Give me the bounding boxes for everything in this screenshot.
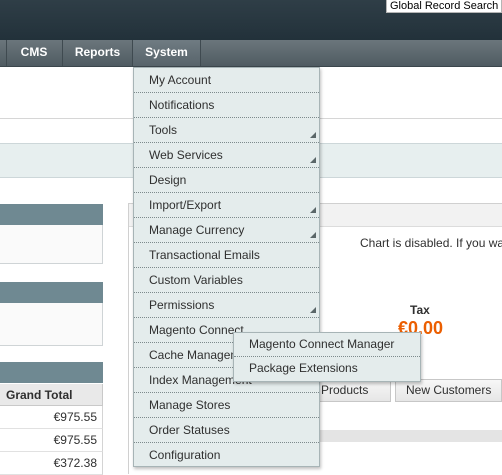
tab-content-strip — [320, 430, 502, 442]
magento-connect-submenu: Magento Connect Manager Package Extensio… — [233, 332, 421, 382]
menu-item-label: Custom Variables — [149, 273, 243, 287]
nav-item-reports[interactable]: Reports — [63, 40, 133, 66]
menu-item-label: Magento Connect — [149, 323, 244, 337]
menu-item-tools[interactable]: Tools — [134, 118, 319, 143]
nav-item-cms[interactable]: CMS — [6, 40, 63, 66]
global-search-input[interactable]: Global Record Search — [386, 0, 502, 13]
menu-item-custom-variables[interactable]: Custom Variables — [134, 268, 319, 293]
submenu-arrow-icon — [310, 207, 316, 213]
grand-total-cell: €975.55 — [0, 406, 103, 429]
menu-item-label: Configuration — [149, 448, 221, 462]
nav-item-system[interactable]: System — [133, 40, 201, 66]
submenu-item-package-extensions[interactable]: Package Extensions — [234, 357, 420, 381]
menu-item-configuration[interactable]: Configuration — [134, 443, 319, 468]
menu-item-permissions[interactable]: Permissions — [134, 293, 319, 318]
chart-disabled-message: Chart is disabled. If you wa — [360, 236, 502, 250]
menu-item-manage-currency[interactable]: Manage Currency — [134, 218, 319, 243]
box-header — [0, 204, 103, 225]
menu-item-notifications[interactable]: Notifications — [134, 93, 319, 118]
menu-item-label: Order Statuses — [149, 423, 230, 437]
menu-item-label: Notifications — [149, 98, 215, 112]
menu-item-label: Web Services — [149, 148, 223, 162]
menu-item-label: Transactional Emails — [149, 248, 260, 262]
menu-item-my-account[interactable]: My Account — [134, 68, 319, 93]
box-header — [0, 362, 103, 383]
submenu-item-connect-manager[interactable]: Magento Connect Manager — [234, 333, 420, 357]
tab-new-customers[interactable]: New Customers — [395, 379, 502, 402]
box-header — [0, 282, 103, 303]
menu-item-design[interactable]: Design — [134, 168, 319, 193]
box-content — [0, 303, 103, 346]
submenu-arrow-icon — [310, 132, 316, 138]
submenu-arrow-icon — [310, 307, 316, 313]
grand-total-header: Grand Total — [0, 384, 103, 406]
menu-item-label: Tools — [149, 123, 178, 137]
menu-item-transactional-emails[interactable]: Transactional Emails — [134, 243, 319, 268]
menu-item-web-services[interactable]: Web Services — [134, 143, 319, 168]
menu-item-label: Import/Export — [149, 198, 222, 212]
system-dropdown-menu: My Account Notifications Tools Web Servi… — [133, 67, 320, 467]
menu-item-manage-stores[interactable]: Manage Stores — [134, 393, 319, 418]
menu-item-order-statuses[interactable]: Order Statuses — [134, 418, 319, 443]
submenu-arrow-icon — [310, 157, 316, 163]
grand-total-cell: €975.55 — [0, 429, 103, 452]
menu-item-label: Manage Stores — [149, 398, 231, 412]
menu-item-label: My Account — [149, 73, 212, 87]
menu-item-label: Permissions — [149, 298, 215, 312]
grand-total-cell: €372.38 — [0, 452, 103, 475]
menu-item-label: Design — [149, 173, 187, 187]
menu-item-import-export[interactable]: Import/Export — [134, 193, 319, 218]
menu-item-label: Manage Currency — [149, 223, 245, 237]
submenu-arrow-icon — [310, 232, 316, 238]
tax-label: Tax — [410, 303, 430, 317]
box-content — [0, 225, 103, 264]
